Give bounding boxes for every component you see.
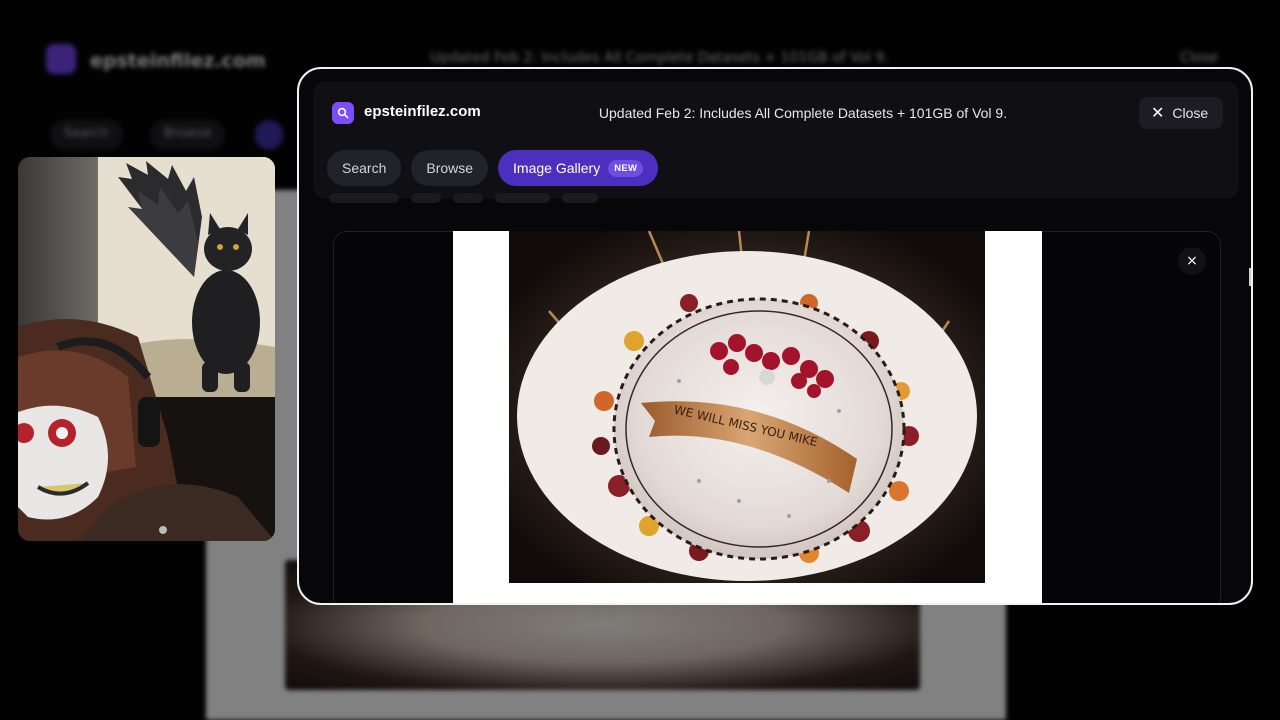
modal-header: epsteinfilez.com Updated Feb 2: Includes…	[313, 81, 1239, 199]
close-button[interactable]: ✕ Close	[1139, 97, 1223, 129]
background-tab-search: Search	[50, 120, 123, 150]
background-banner: Updated Feb 2: Includes All Complete Dat…	[430, 50, 889, 66]
background-tab-browse: Browse	[150, 120, 226, 150]
cake-photo[interactable]: WE WILL MISS YOU MIKE	[509, 231, 985, 583]
tab-label: Browse	[426, 160, 474, 176]
image-frame[interactable]: WE WILL MISS YOU MIKE	[453, 231, 1042, 603]
streamer-masked-figure	[18, 319, 275, 541]
new-badge: NEW	[608, 159, 644, 177]
background-logo-icon	[46, 44, 76, 74]
screen: epsteinfilez.com Updated Feb 2: Includes…	[0, 0, 1280, 720]
background-site-name: epsteinfilez.com	[90, 50, 266, 72]
tab-label: Image Gallery	[513, 160, 601, 176]
scrollbar-thumb[interactable]	[1249, 268, 1251, 286]
tab-browse[interactable]: Browse	[411, 150, 489, 186]
background-close-label: Close	[1180, 50, 1219, 66]
filter-row-skeleton	[329, 193, 598, 205]
tab-label: Search	[342, 160, 387, 176]
search-icon[interactable]	[332, 102, 354, 124]
webcam-overlay	[18, 157, 275, 541]
viewer-close-button[interactable]: ×	[1178, 247, 1206, 275]
tab-image-gallery[interactable]: Image Gallery NEW	[498, 150, 659, 186]
site-name[interactable]: epsteinfilez.com	[364, 103, 481, 120]
gallery-modal: epsteinfilez.com Updated Feb 2: Includes…	[297, 67, 1253, 605]
close-icon: ✕	[1151, 105, 1165, 122]
background-tab-gallery	[255, 120, 283, 150]
close-label: Close	[1172, 105, 1209, 121]
tab-bar: Search Browse Image Gallery NEW	[327, 150, 659, 186]
tab-search[interactable]: Search	[327, 150, 402, 186]
close-icon: ×	[1186, 253, 1198, 269]
